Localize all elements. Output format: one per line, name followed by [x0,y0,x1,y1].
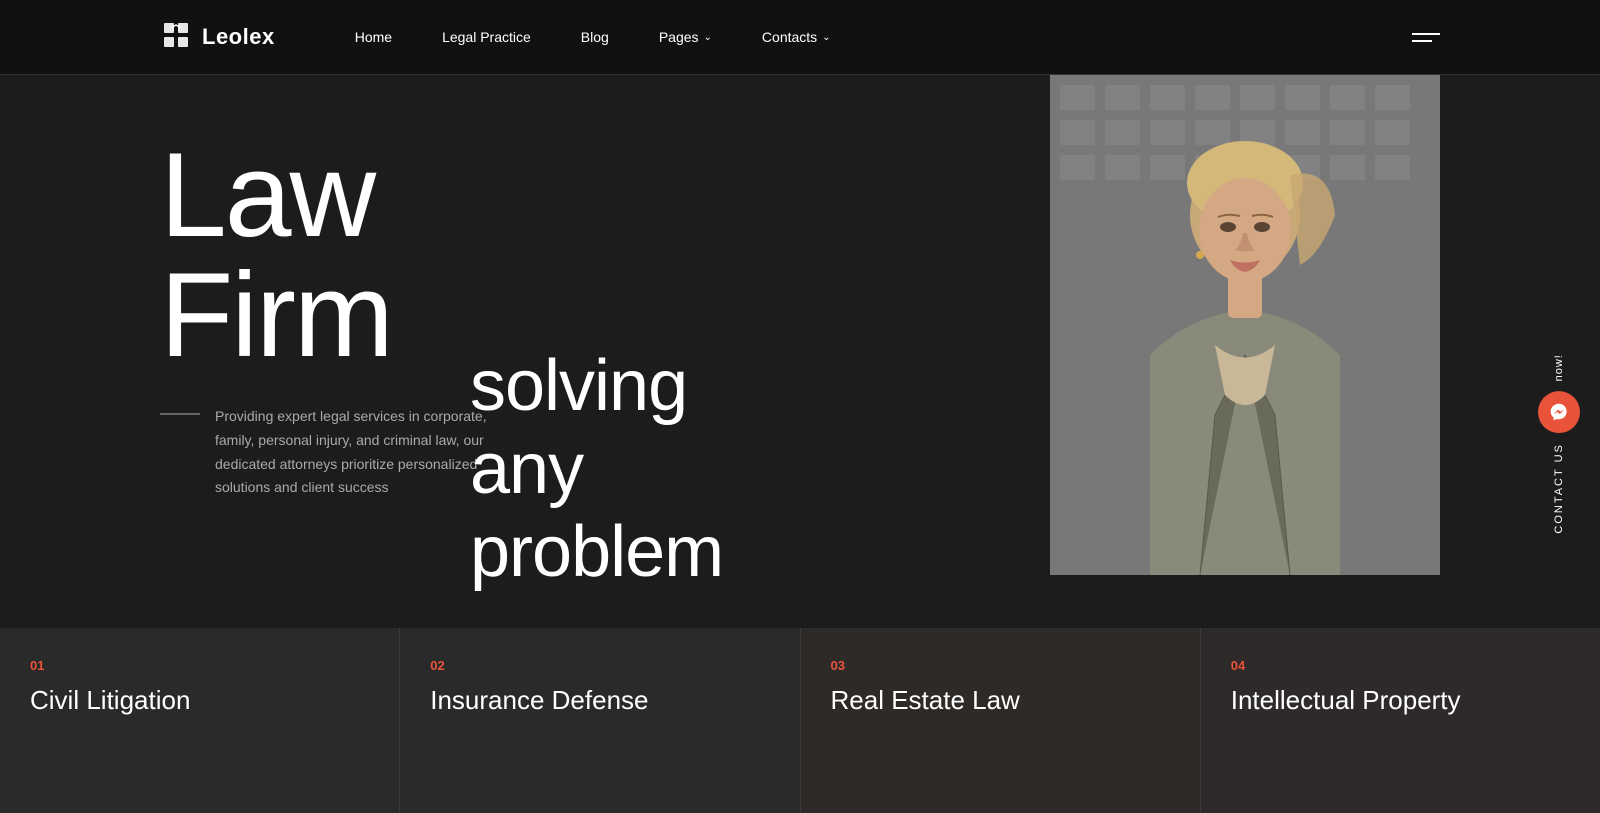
card-intellectual-property[interactable]: 04 Intellectual Property [1201,628,1600,813]
hamburger-menu[interactable] [1412,33,1440,42]
navbar: Leolex Home Legal Practice Blog Pages ⌄ … [0,0,1600,75]
hero-tagline: solving any problem [470,345,723,593]
nav-contacts[interactable]: Contacts ⌄ [762,29,831,45]
contacts-chevron: ⌄ [822,32,830,43]
hamburger-line-1 [1412,33,1440,35]
card-3-title: Real Estate Law [831,685,1170,716]
nav-home[interactable]: Home [355,29,392,45]
hero-description-block: Providing expert legal services in corpo… [160,405,505,500]
card-2-title: Insurance Defense [430,685,769,716]
card-3-number: 03 [831,658,1170,673]
card-insurance-defense[interactable]: 02 Insurance Defense [400,628,800,813]
card-civil-litigation[interactable]: 01 Civil Litigation [0,628,400,813]
logo-icon [160,21,192,53]
card-4-title: Intellectual Property [1231,685,1570,716]
card-2-number: 02 [430,658,769,673]
card-4-number: 04 [1231,658,1570,673]
hero-title: Law Firm [160,135,505,375]
nav-pages[interactable]: Pages ⌄ [659,29,712,45]
nav-links: Home Legal Practice Blog Pages ⌄ Contact… [355,29,1412,45]
hero-divider-line [160,413,200,415]
contact-us-label: Contact us [1553,443,1565,534]
logo[interactable]: Leolex [160,21,275,53]
nav-legal-practice[interactable]: Legal Practice [442,29,531,45]
card-1-title: Civil Litigation [30,685,369,716]
card-real-estate-law[interactable]: 03 Real Estate Law [801,628,1201,813]
hero-section: Law Firm Providing expert legal services… [0,75,1600,813]
logo-text: Leolex [202,24,275,50]
card-1-number: 01 [30,658,369,673]
nav-blog[interactable]: Blog [581,29,609,45]
contact-now-label: now! [1553,354,1565,381]
pages-chevron: ⌄ [704,32,712,43]
bottom-cards: 01 Civil Litigation 02 Insurance Defense… [0,628,1600,813]
hero-content: Law Firm Providing expert legal services… [160,135,505,500]
contact-messenger-button[interactable] [1538,391,1580,433]
contact-sidebar: now! Contact us [1538,354,1580,534]
hamburger-line-2 [1412,40,1432,42]
messenger-icon [1549,402,1569,422]
hero-photo [1050,75,1440,575]
hero-description: Providing expert legal services in corpo… [215,405,505,500]
